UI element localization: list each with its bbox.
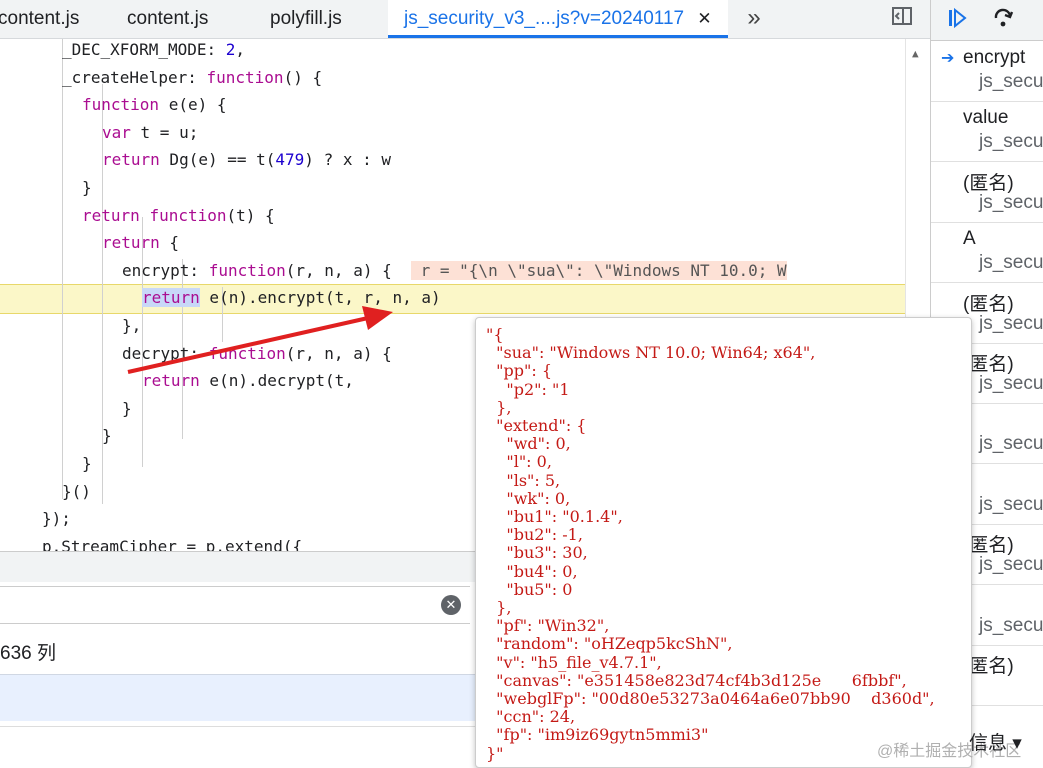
frame-location: js_secu [979, 191, 1043, 213]
frame-location: js_secu [979, 554, 1043, 576]
frame-location: js_secu [979, 71, 1043, 92]
value-preview-popup: "{ "sua": "Windows NT 10.0; Win64; x64",… [475, 317, 972, 768]
preview-line: "pp": { [486, 361, 553, 381]
frame-location: js_secu [979, 433, 1043, 455]
frame-location: js_secu [979, 312, 1043, 334]
preview-line: "v": "h5_file_v4.7.1", [486, 652, 662, 672]
log-level-select[interactable]: 信息 ▾ [969, 728, 1022, 755]
frame-function-name: A [963, 228, 976, 250]
code-line: return e(n).encrypt(t, r, n, a) [142, 288, 441, 308]
code-line: function e(e) { [82, 95, 227, 115]
preview-line: "ccn": 24, [486, 707, 576, 727]
code-line: return e(n).decrypt(t, [142, 371, 354, 391]
preview-line: "ls": 5, [486, 470, 561, 490]
resume-icon[interactable] [945, 6, 969, 36]
indent-guide [62, 39, 63, 499]
tab-content-js-2[interactable]: content.js [127, 0, 208, 38]
frame-function-name: (匿名) [963, 172, 1014, 194]
frame-location: js_secu [979, 373, 1043, 394]
code-line: } [122, 398, 132, 418]
execution-line-highlight [0, 284, 905, 314]
more-tabs-icon[interactable]: » [740, 4, 768, 32]
frame-location: js_secu [979, 614, 1043, 636]
sidebar-toggle-icon[interactable] [888, 4, 916, 32]
code-line: _DEC_XFORM_MODE: 2, [62, 40, 246, 59]
close-tab-icon[interactable]: ✕ [697, 9, 711, 28]
frame-function-name: value [963, 107, 1009, 129]
frame-location: js_secu [979, 493, 1043, 515]
code-line: }() [62, 481, 91, 501]
preview-line: "bu1": "0.1.4", [486, 507, 623, 526]
preview-line: "webglFp": "00d80e53273a0464a6e07bb90 d3… [486, 689, 935, 708]
tab-js-security[interactable]: js_security_v3_....js?v=20240117 ✕ [388, 0, 728, 38]
frame-function-name: (匿名) [963, 293, 1014, 315]
preview-line: "l": 0, [486, 452, 552, 472]
preview-line: "bu3": 30, [486, 543, 588, 563]
call-stack-frame[interactable]: Ajs_secu [931, 222, 1043, 284]
code-line: decrypt: function(r, n, a) { [122, 343, 392, 363]
clear-icon[interactable]: ✕ [441, 595, 461, 615]
call-stack-frame[interactable]: (匿名) js_secu [931, 162, 1043, 223]
tab-polyfill-js[interactable]: polyfill.js [270, 0, 342, 38]
search-input[interactable] [0, 586, 470, 624]
code-line: }, [122, 316, 142, 335]
preview-line: }, [486, 397, 512, 417]
preview-line: "bu5": 0 [486, 579, 573, 599]
preview-line: "bu2": -1, [486, 525, 583, 545]
preview-line: "p2": "1 [486, 379, 570, 399]
current-frame-icon: ➔ [941, 50, 955, 67]
preview-line: "random": "oHZeqp5kcShN", [486, 634, 733, 654]
preview-line: "canvas": "e351458e823d74cf4b3d125e 6fbb… [486, 670, 907, 690]
code-line: return Dg(e) == t(479) ? x : w [102, 150, 391, 170]
cursor-position: 636 列 [0, 643, 56, 664]
preview-line: "fp": "im9iz69gytn5mmi3" [486, 725, 709, 745]
code-line: } [82, 178, 92, 197]
call-stack-frame[interactable]: ➔ encrypt js_secu [931, 41, 1043, 102]
debugger-toolbar [931, 0, 1043, 41]
preview-line: "wd": 0, [486, 434, 571, 454]
code-line: return function(t) { [82, 205, 275, 225]
call-stack-frame[interactable]: value js_secu [931, 101, 1043, 163]
tab-content-js-1[interactable]: content.js [0, 0, 79, 38]
frame-location: js_secu [979, 252, 1043, 274]
editor-tab-bar: content.js content.js polyfill.js js_sec… [0, 0, 930, 39]
code-line: encrypt: function(r, n, a) { r = "{\n \"… [122, 260, 787, 280]
preview-line: "{ [486, 325, 504, 344]
preview-line: "bu4": 0, [486, 561, 578, 581]
code-line: }); [42, 509, 71, 529]
code-line: return { [102, 233, 180, 253]
preview-line: "sua": "Windows NT 10.0; Win64; x64", [486, 343, 816, 363]
frame-location: js_secu [979, 131, 1043, 153]
preview-line: "extend": { [486, 416, 587, 435]
code-line: _createHelper: function() { [62, 67, 323, 87]
step-over-icon[interactable] [991, 6, 1015, 36]
frame-function-name: encrypt [963, 47, 1026, 68]
preview-line: }, [486, 598, 512, 617]
code-line: } [102, 426, 112, 446]
preview-line: "pf": "Win32", [486, 616, 610, 636]
preview-line: "wk": 0, [486, 488, 571, 508]
preview-line: }" [486, 743, 504, 763]
code-line: } [82, 454, 92, 473]
code-line: var t = u; [102, 122, 199, 142]
code-line: p.StreamCipher = p.extend({ [42, 536, 303, 551]
